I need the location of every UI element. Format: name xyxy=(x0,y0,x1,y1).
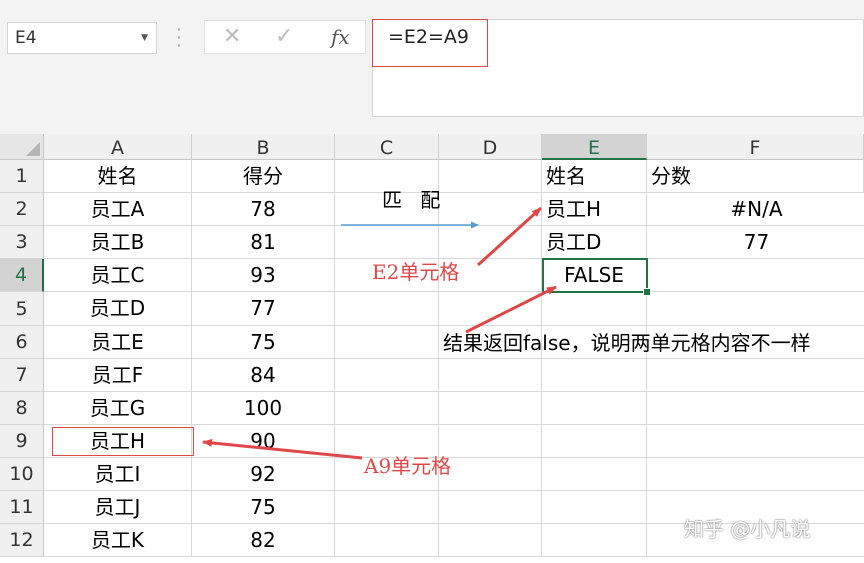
a9-arrow xyxy=(202,438,363,460)
false-arrow xyxy=(465,285,557,334)
e2-arrow xyxy=(476,206,543,267)
annotation-arrows xyxy=(202,206,557,460)
